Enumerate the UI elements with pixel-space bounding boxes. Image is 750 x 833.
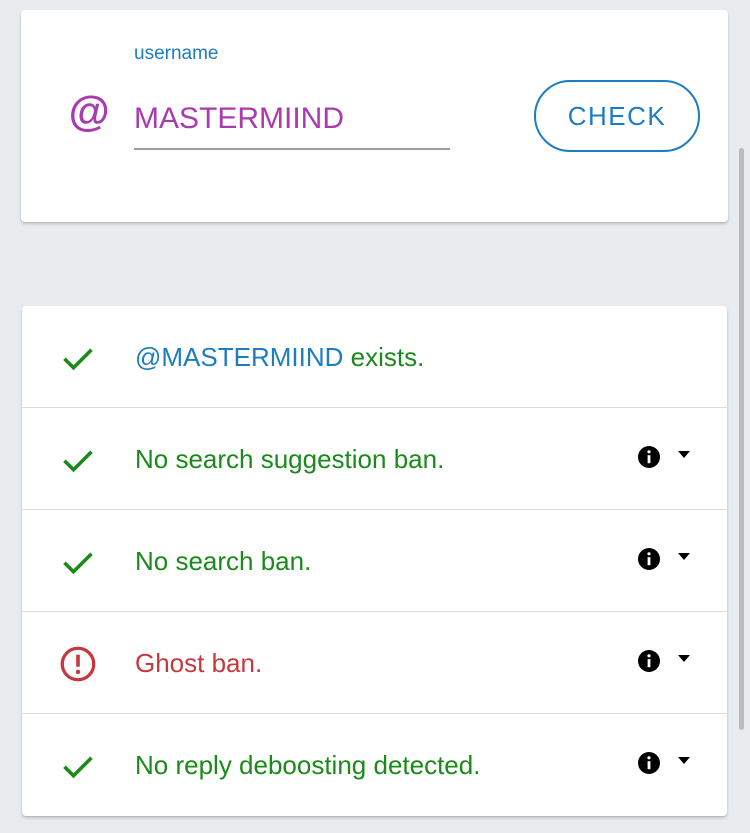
check-button[interactable]: CHECK xyxy=(534,80,700,152)
checkmark-icon xyxy=(63,552,93,575)
checkmark-icon xyxy=(63,348,93,371)
result-row-ghost-ban[interactable]: Ghost ban. xyxy=(22,612,727,714)
scrollbar[interactable] xyxy=(739,148,744,730)
result-text: Ghost ban. xyxy=(135,648,263,678)
caret-down-icon[interactable] xyxy=(678,451,690,459)
caret-down-icon[interactable] xyxy=(678,757,690,765)
result-text: No reply deboosting detected. xyxy=(135,750,481,780)
result-row-search-ban[interactable]: No search ban. xyxy=(22,510,727,612)
username-input[interactable] xyxy=(134,90,450,150)
result-row-search-suggestion-ban[interactable]: No search suggestion ban. xyxy=(22,408,727,510)
info-icon[interactable] xyxy=(637,445,661,469)
at-icon: @ xyxy=(68,88,109,135)
result-text: No search suggestion ban. xyxy=(135,444,445,474)
result-text: No search ban. xyxy=(135,546,312,576)
info-icon[interactable] xyxy=(637,751,661,775)
info-icon[interactable] xyxy=(637,649,661,673)
username-label: username xyxy=(134,43,219,64)
username-handle-link[interactable]: @MASTERMIIND xyxy=(135,342,343,372)
checkmark-icon xyxy=(63,450,93,473)
results-card: @MASTERMIIND exists. No search suggestio… xyxy=(22,306,727,816)
result-text-exists: @MASTERMIIND exists. xyxy=(135,342,424,373)
search-card: username @ CHECK xyxy=(21,10,728,222)
caret-down-icon[interactable] xyxy=(678,553,690,561)
exclamation-circle-icon xyxy=(60,646,96,682)
result-row-reply-deboosting[interactable]: No reply deboosting detected. xyxy=(22,714,727,816)
result-row-exists: @MASTERMIIND exists. xyxy=(22,306,727,408)
checkmark-icon xyxy=(63,756,93,779)
caret-down-icon[interactable] xyxy=(678,655,690,663)
info-icon[interactable] xyxy=(637,547,661,571)
exists-suffix: exists. xyxy=(343,342,425,372)
